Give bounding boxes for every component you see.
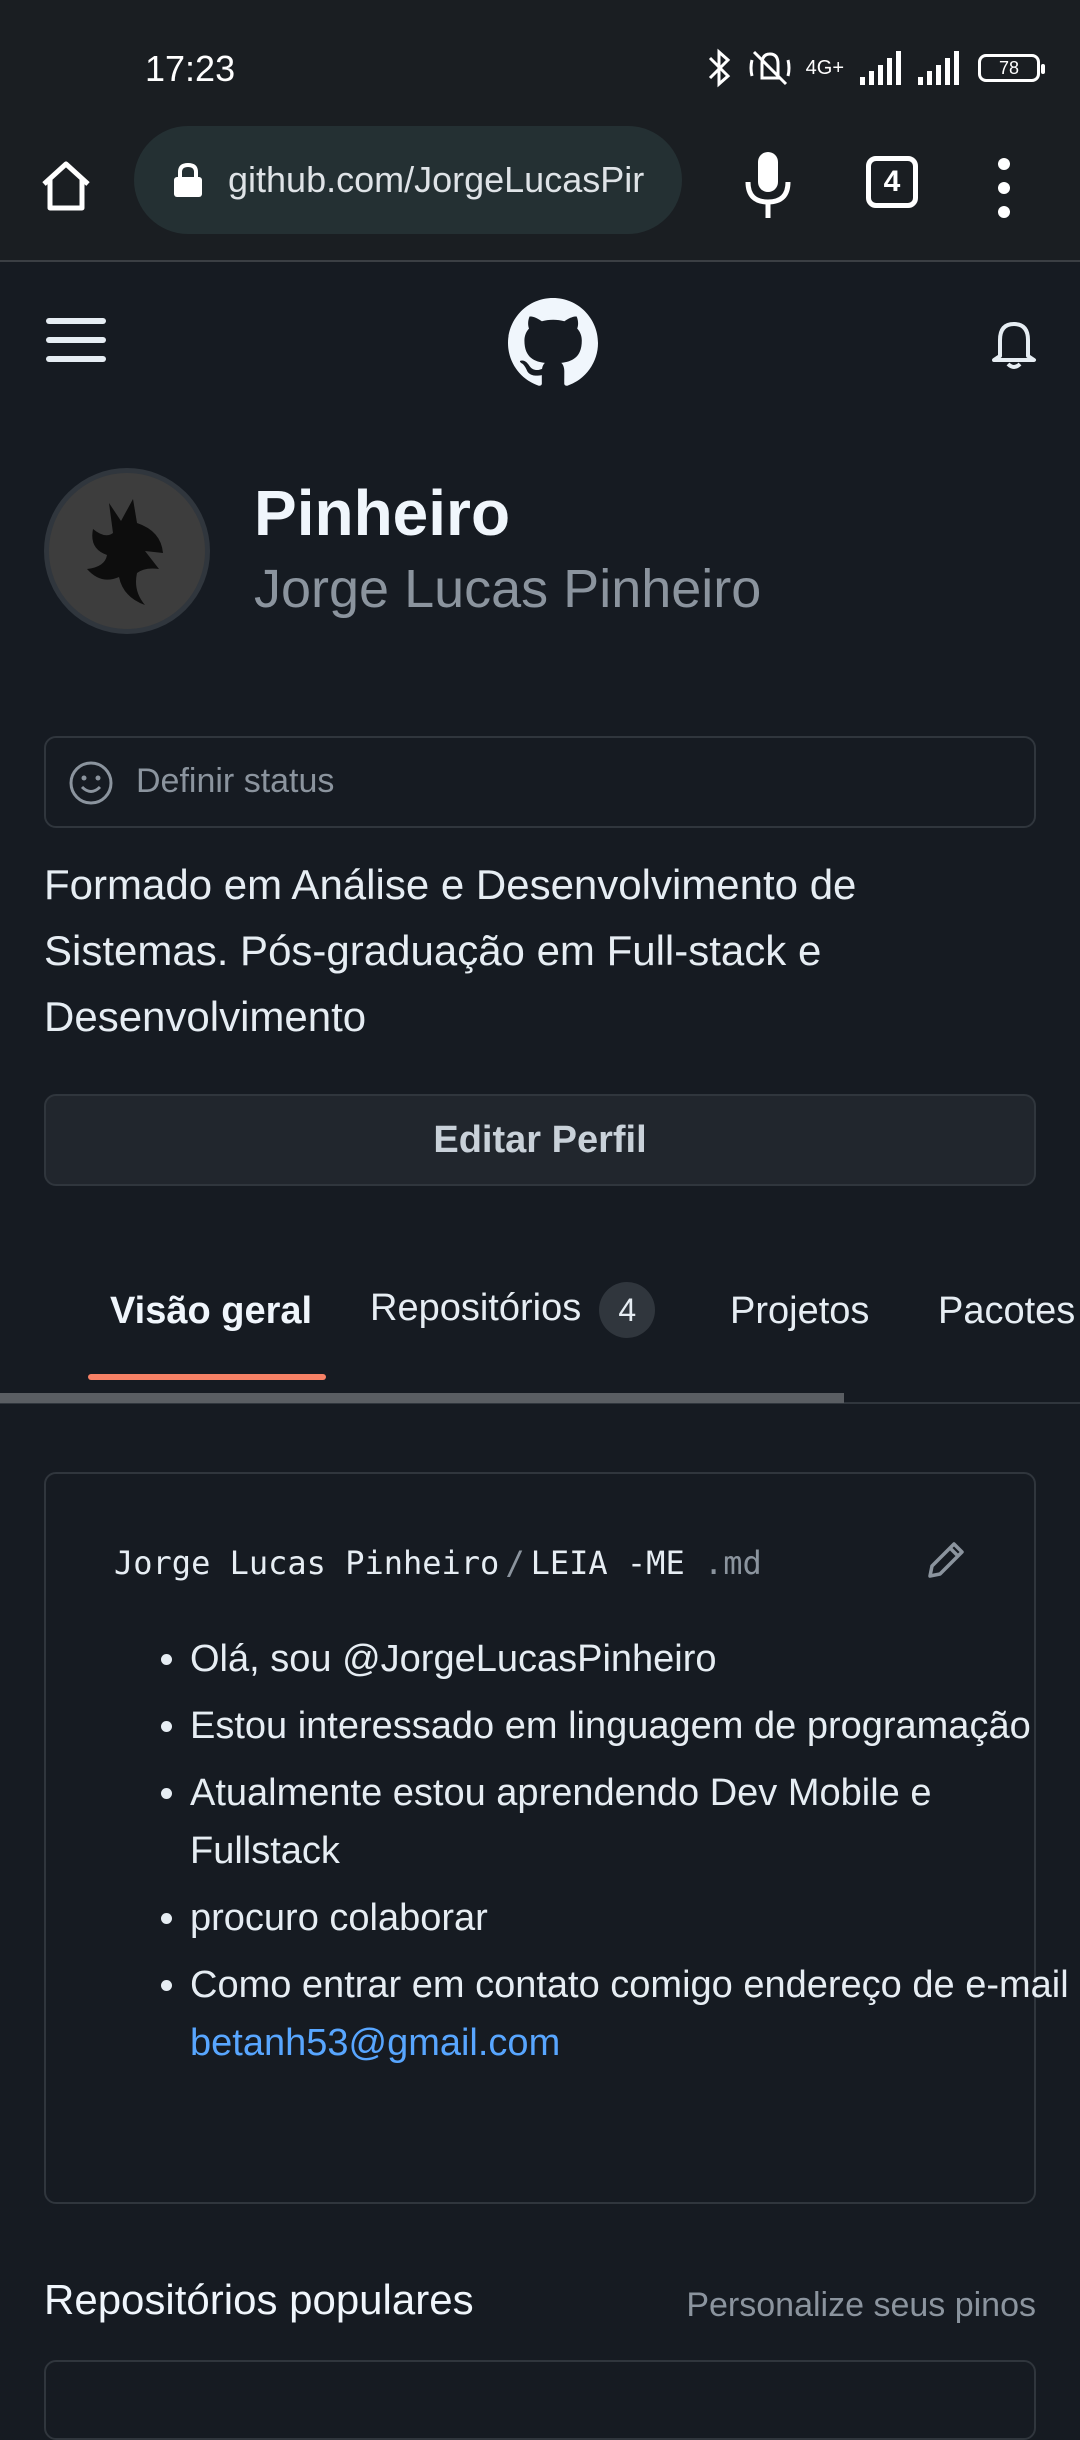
tab-repositories[interactable]: Repositórios 4	[370, 1282, 656, 1338]
status-placeholder: Definir status	[136, 762, 335, 800]
email-link[interactable]: betanh53@gmail.com	[190, 2022, 560, 2064]
home-icon[interactable]	[36, 156, 96, 216]
battery-icon: 78	[978, 54, 1045, 82]
list-item: Olá, sou @JorgeLucasPinheiro	[190, 1630, 1070, 1688]
tab-packages[interactable]: Pacotes	[938, 1290, 1075, 1333]
tab-switcher-button[interactable]: 4	[866, 156, 918, 208]
tab-overview-label: Visão geral	[110, 1290, 313, 1332]
address-bar[interactable]: github.com/JorgeLucasPir	[134, 126, 682, 234]
bluetooth-icon	[708, 48, 730, 88]
smiley-icon	[69, 761, 113, 805]
profile-bio: Formado em Análise e Desenvolvimento de …	[44, 861, 857, 1040]
list-item: Estou interessado em linguagem de progra…	[190, 1697, 1070, 1755]
url-text: github.com/JorgeLucasPir	[228, 159, 645, 200]
readme-extension: .md	[703, 1544, 762, 1582]
customize-pins-link[interactable]: Personalize seus pinos	[686, 2286, 1036, 2325]
github-logo-icon[interactable]	[508, 298, 598, 388]
wolf-avatar-icon	[49, 473, 205, 629]
readme-path: Jorge Lucas Pinheiro / LEIA -ME .md	[114, 1544, 762, 1582]
status-bar: 17:23 4G+ 78	[0, 0, 1080, 120]
tab-packages-label: Pacotes	[938, 1290, 1076, 1332]
popular-repos-title: Repositórios populares	[44, 2276, 474, 2323]
profile-full-name: Jorge Lucas Pinheiro	[254, 559, 762, 619]
edit-profile-button[interactable]: Editar Perfil	[44, 1094, 1036, 1186]
contact-text: Como entrar em contato comigo endereço d…	[190, 1964, 1069, 2006]
status-icons: 4G+ 78	[704, 48, 1045, 88]
tab-overview[interactable]: Visão geral	[110, 1290, 312, 1333]
network-type: 4G+	[805, 57, 844, 79]
battery-level: 78	[998, 57, 1020, 78]
status-time: 17:23	[145, 48, 236, 89]
microphone-icon[interactable]	[740, 150, 796, 220]
active-tab-indicator	[88, 1374, 326, 1380]
pinned-repo-card[interactable]	[44, 2360, 1036, 2440]
readme-list: Olá, sou @JorgeLucasPinheiro Estou inter…	[142, 1630, 1070, 2081]
tab-projects-label: Projetos	[730, 1290, 870, 1332]
repositories-count-badge: 4	[599, 1282, 656, 1338]
tab-count: 4	[883, 165, 901, 198]
browser-toolbar: github.com/JorgeLucasPir 4	[0, 120, 1080, 262]
list-item: Atualmente estou aprendendo Dev Mobile e…	[190, 1764, 1070, 1880]
github-header	[0, 262, 1080, 422]
readme-owner[interactable]: Jorge Lucas Pinheiro	[114, 1544, 499, 1582]
signal-icon-2	[918, 51, 959, 85]
pencil-edit-icon[interactable]	[924, 1538, 968, 1582]
notification-bell-icon[interactable]	[990, 316, 1038, 372]
list-item: procuro colaborar	[190, 1889, 1070, 1947]
list-item: Como entrar em contato comigo endereço d…	[190, 1956, 1070, 2072]
signal-icon	[860, 51, 901, 85]
set-status-button[interactable]: Definir status	[44, 736, 1036, 828]
profile-username: Pinheiro	[254, 477, 511, 549]
tab-projects[interactable]: Projetos	[730, 1290, 869, 1333]
hamburger-menu-icon[interactable]	[46, 316, 106, 364]
tab-repositories-label: Repositórios	[370, 1287, 582, 1330]
more-vert-icon[interactable]	[994, 156, 1014, 220]
readme-separator: /	[505, 1544, 525, 1582]
tabs-scrollbar[interactable]	[0, 1393, 844, 1403]
mute-icon	[749, 50, 791, 86]
lock-icon	[174, 162, 202, 197]
avatar[interactable]	[44, 468, 210, 634]
readme-card: Jorge Lucas Pinheiro/LEIA -ME .md Olá, s…	[44, 1472, 1069, 2204]
readme-file[interactable]: LEIA -ME	[531, 1544, 685, 1582]
